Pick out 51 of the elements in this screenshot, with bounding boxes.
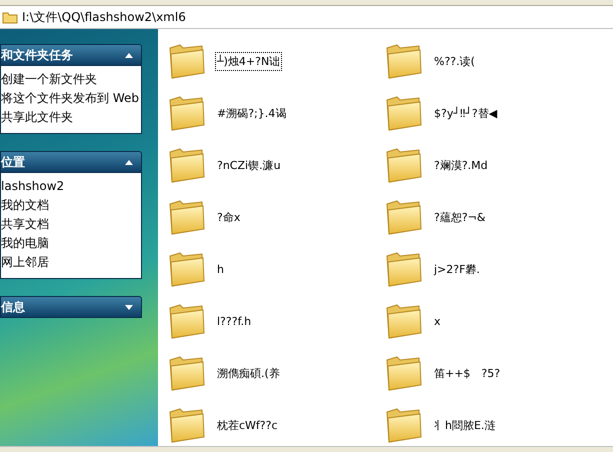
folder-icon[interactable]	[168, 407, 206, 443]
folder-name[interactable]: 枕茬cWf??c	[215, 416, 280, 434]
collapse-icon	[125, 160, 133, 164]
folder-name[interactable]: ┴)烛4+?N诎	[215, 52, 282, 70]
task-link[interactable]: 网上邻居	[1, 254, 141, 270]
folder-icon[interactable]	[168, 303, 206, 339]
folder-name[interactable]: 溯儁痴碩.(养	[215, 364, 282, 382]
folder-icon[interactable]	[385, 355, 423, 391]
folder-icon[interactable]	[385, 407, 423, 443]
folder-icon[interactable]	[168, 95, 206, 131]
task-link[interactable]: 将这个文件夹发布到 Web	[1, 90, 141, 106]
folder-name[interactable]: 丬h閸脓E.涟	[432, 416, 498, 434]
folder-icon[interactable]	[385, 251, 423, 287]
folder-icon[interactable]	[168, 199, 206, 235]
task-link[interactable]: 创建一个新文件夹	[1, 71, 141, 87]
folder-name[interactable]: %??.读(	[432, 52, 477, 70]
panel-header[interactable]: 信息	[0, 296, 142, 318]
folder-name[interactable]: ?蘊恕?¬&	[432, 208, 488, 226]
panel-title: 信息	[1, 298, 25, 316]
folder-name[interactable]: l???f.h	[215, 312, 254, 330]
folder-icon[interactable]	[168, 251, 206, 287]
expand-icon	[125, 304, 133, 310]
folder-icon	[2, 10, 18, 24]
panel-title: 位置	[1, 154, 25, 170]
folder-name[interactable]: x	[432, 312, 443, 330]
folder-icon[interactable]	[168, 355, 206, 391]
collapse-icon	[125, 52, 133, 58]
address-path: I:\文件\QQ\flashshow2\xml6	[22, 8, 186, 26]
folder-name[interactable]: ?nCZi锲.濂u	[215, 156, 283, 174]
folder-name[interactable]: $?y┘‼┘?替◀	[432, 104, 500, 122]
folder-icon[interactable]	[168, 147, 206, 183]
folder-icon[interactable]	[385, 43, 423, 79]
panel-header[interactable]: 和文件夹任务	[0, 44, 142, 66]
task-link[interactable]: lashshow2	[1, 178, 141, 194]
task-link[interactable]: 共享此文件夹	[1, 109, 141, 125]
panel-header[interactable]: 位置	[0, 151, 142, 173]
panel-title: 和文件夹任务	[1, 46, 73, 64]
folder-icon[interactable]	[168, 43, 206, 79]
folder-name[interactable]: h	[215, 260, 226, 278]
task-link[interactable]: 我的文档	[1, 197, 141, 213]
folder-name[interactable]: ?斓漠?.Md	[432, 156, 490, 174]
folder-icon[interactable]	[385, 147, 423, 183]
folder-name[interactable]: j>2?F礬.	[432, 260, 482, 278]
task-link[interactable]: 我的电脑	[1, 235, 141, 251]
folder-name[interactable]: 笛++$ ?5?	[432, 364, 502, 382]
folder-icon[interactable]	[385, 199, 423, 235]
folder-name[interactable]: #溯碣?;}.4谒	[215, 104, 288, 122]
folder-icon[interactable]	[385, 95, 423, 131]
task-link[interactable]: 共享文档	[1, 216, 141, 232]
folder-name[interactable]: ?命x	[215, 208, 242, 226]
folder-icon[interactable]	[385, 303, 423, 339]
